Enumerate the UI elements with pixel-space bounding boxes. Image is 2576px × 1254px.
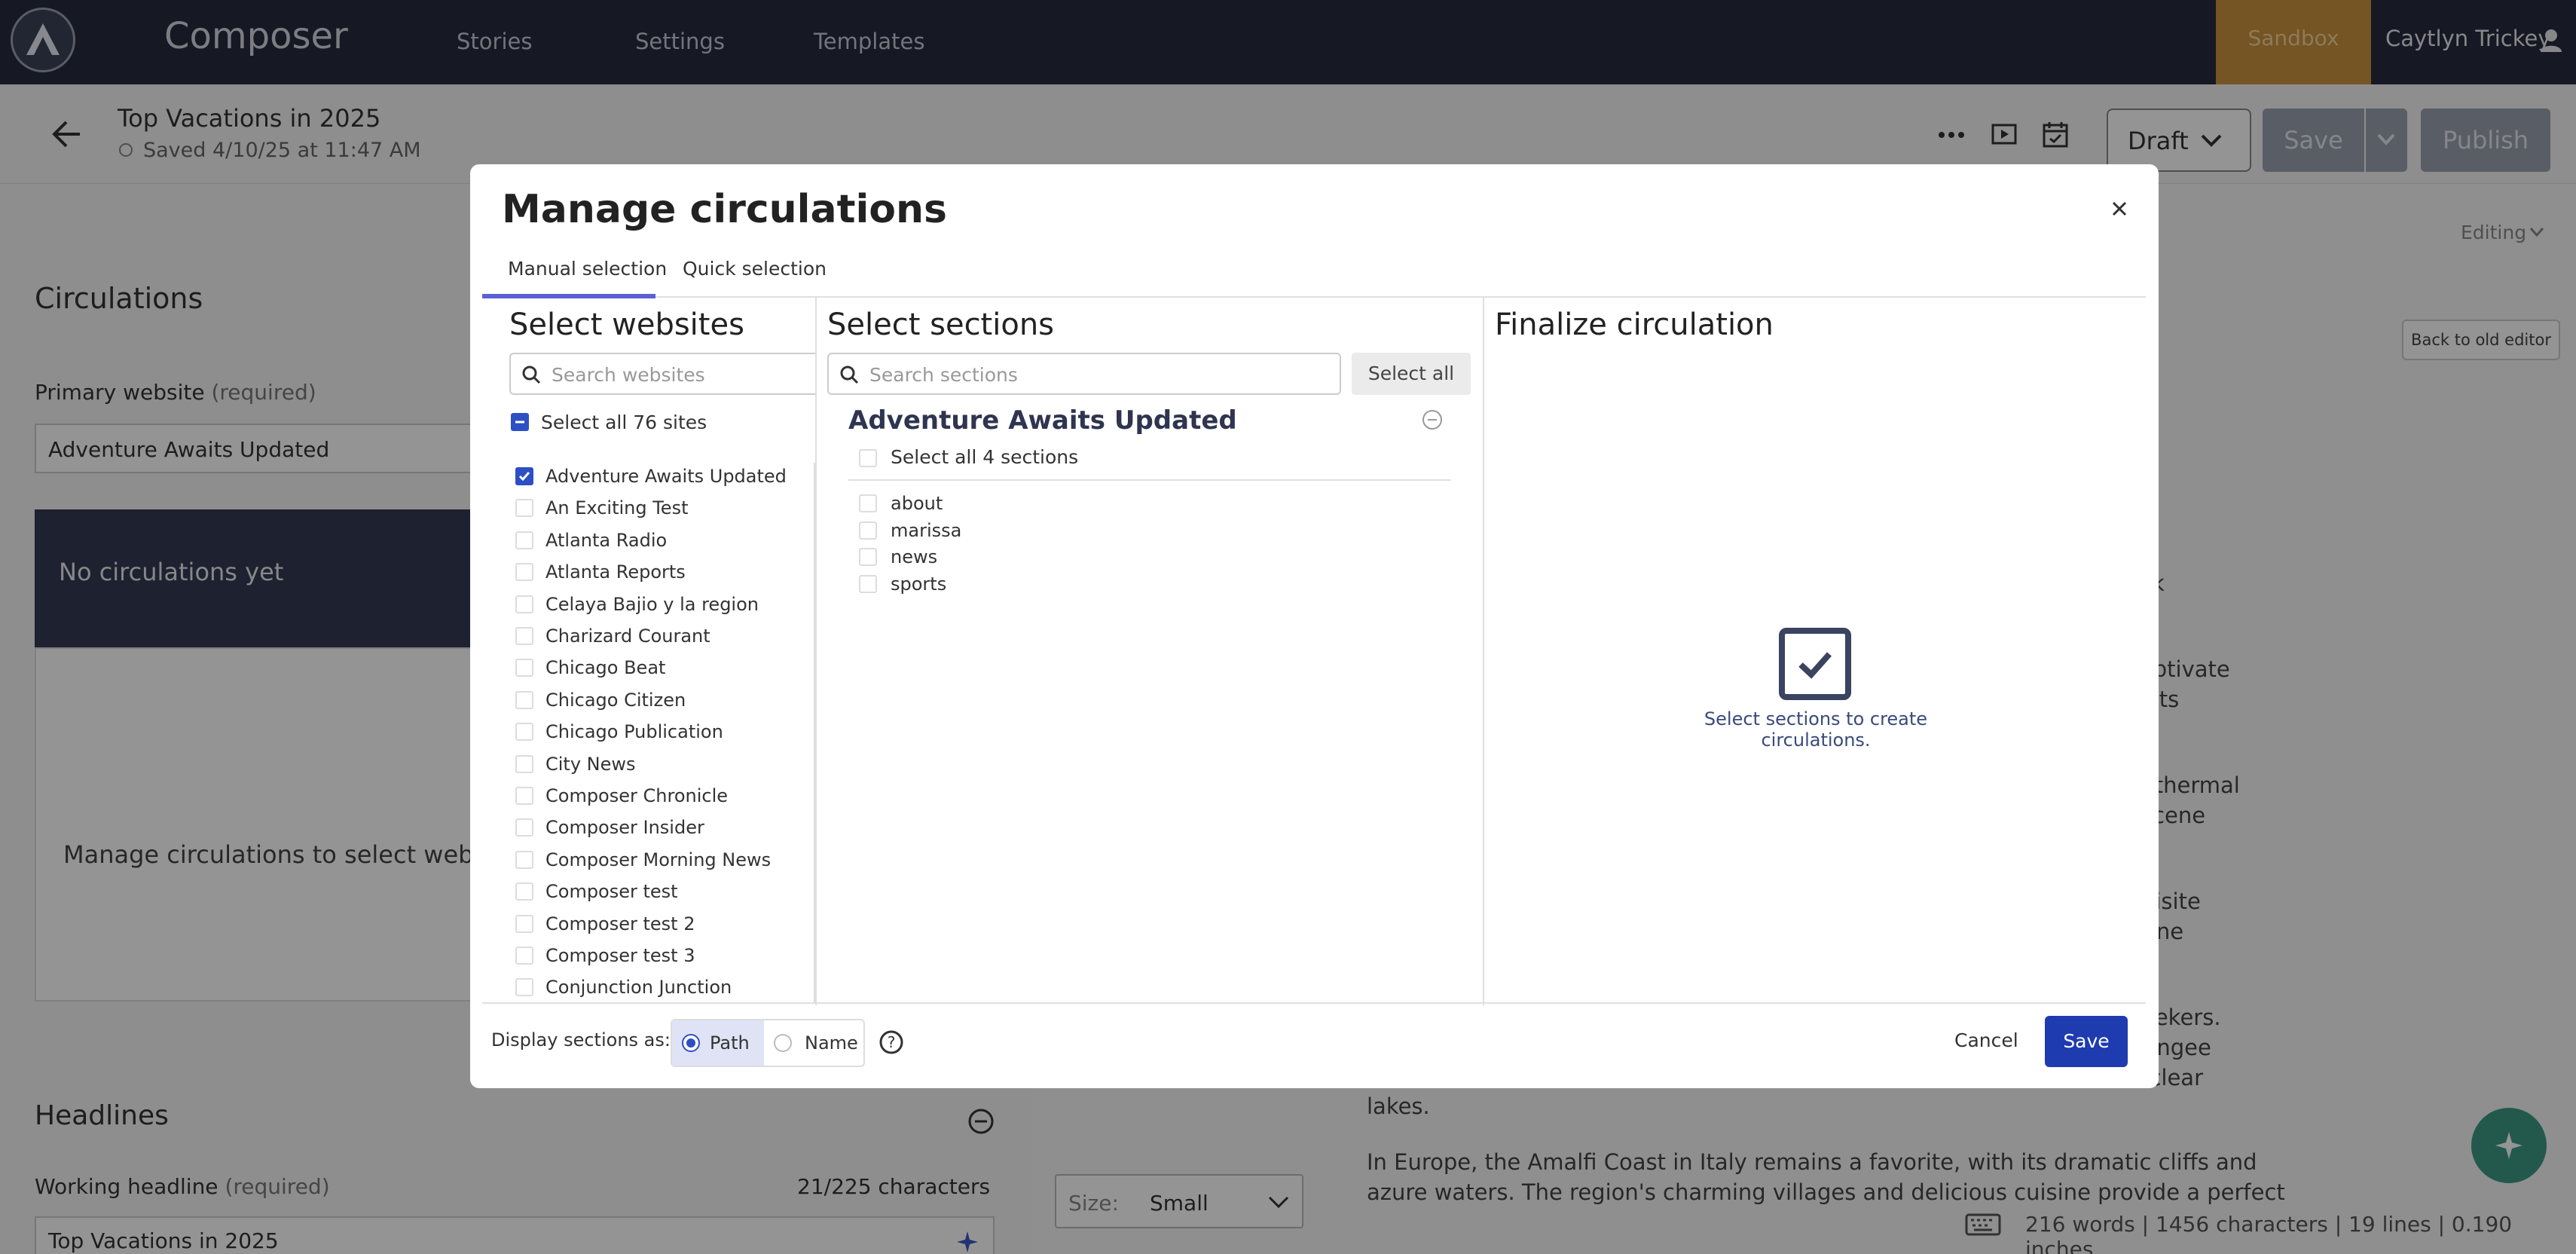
- website-checkbox[interactable]: [515, 850, 533, 869]
- path-option[interactable]: Path: [672, 1020, 764, 1066]
- website-checkbox[interactable]: [515, 882, 533, 901]
- search-websites-input[interactable]: Search websites: [509, 353, 815, 395]
- website-label[interactable]: Adventure Awaits Updated: [545, 466, 787, 487]
- cancel-button[interactable]: Cancel: [1954, 1029, 2018, 1051]
- search-icon: [840, 365, 859, 384]
- section-checkbox[interactable]: [859, 548, 877, 566]
- website-label[interactable]: Composer Insider: [545, 817, 704, 838]
- website-checkbox[interactable]: [515, 690, 533, 709]
- website-checkbox[interactable]: [515, 563, 533, 582]
- manage-circulations-modal: Manage circulations Manual selection Qui…: [470, 164, 2159, 1088]
- column-divider: [1483, 297, 1484, 1005]
- select-websites-title: Select websites: [509, 307, 744, 342]
- website-label[interactable]: Chicago Beat: [545, 657, 665, 678]
- website-checkbox[interactable]: [515, 627, 533, 645]
- website-label[interactable]: Charizard Courant: [545, 625, 710, 647]
- website-label[interactable]: Conjunction Junction: [545, 977, 732, 998]
- divider: [848, 479, 1451, 481]
- search-websites-placeholder: Search websites: [552, 364, 705, 386]
- name-label: Name: [805, 1032, 858, 1054]
- display-sections-label: Display sections as:: [491, 1029, 671, 1051]
- search-sections-placeholder: Search sections: [869, 364, 1018, 386]
- website-label[interactable]: Composer test 2: [545, 913, 695, 934]
- website-label[interactable]: Chicago Publication: [545, 721, 723, 742]
- search-icon: [522, 365, 541, 384]
- select-all-sites-label: Select all 76 sites: [541, 411, 707, 433]
- select-all-sections-label: Select all 4 sections: [891, 446, 1079, 468]
- website-label[interactable]: Composer Morning News: [545, 849, 771, 870]
- search-sections-input[interactable]: Search sections: [827, 353, 1341, 395]
- section-checkbox[interactable]: [859, 494, 877, 512]
- website-label[interactable]: An Exciting Test: [545, 497, 688, 518]
- website-label[interactable]: Atlanta Reports: [545, 561, 686, 583]
- section-group-title: Adventure Awaits Updated: [848, 405, 1237, 436]
- tab-quick-selection[interactable]: Quick selection: [683, 258, 827, 280]
- select-all-sites-checkbox[interactable]: [511, 413, 529, 431]
- website-label[interactable]: City News: [545, 754, 636, 775]
- checkbox-checked-icon: [1779, 628, 1851, 700]
- scrollbar[interactable]: [814, 463, 815, 1002]
- website-label[interactable]: Celaya Bajio y la region: [545, 594, 759, 615]
- section-checkbox[interactable]: [859, 521, 877, 540]
- tab-manual-selection[interactable]: Manual selection: [508, 258, 667, 280]
- section-checkbox[interactable]: [859, 574, 877, 593]
- website-label[interactable]: Chicago Citizen: [545, 690, 686, 711]
- close-icon[interactable]: [2110, 199, 2129, 219]
- website-label[interactable]: Composer test 3: [545, 945, 695, 966]
- select-all-sections-button[interactable]: Select all: [1352, 353, 1471, 395]
- websites-column: Select websites Search websites Select a…: [482, 297, 815, 1002]
- website-checkbox[interactable]: [515, 467, 533, 485]
- section-label[interactable]: about: [891, 493, 943, 514]
- website-label[interactable]: Atlanta Radio: [545, 530, 667, 551]
- website-checkbox[interactable]: [515, 914, 533, 933]
- select-sections-title: Select sections: [827, 307, 1055, 342]
- website-label[interactable]: Composer test: [545, 881, 678, 902]
- website-checkbox[interactable]: [515, 947, 533, 965]
- select-all-sections-checkbox[interactable]: [859, 449, 877, 467]
- finalize-empty-text: Select sections to create circulations.: [1704, 708, 1928, 751]
- help-icon[interactable]: ?: [879, 1029, 904, 1055]
- name-option[interactable]: Name: [767, 1020, 863, 1066]
- website-checkbox[interactable]: [515, 595, 533, 613]
- website-checkbox[interactable]: [515, 659, 533, 677]
- finalize-circulation-title: Finalize circulation: [1495, 307, 1774, 342]
- radio-selected-icon: [682, 1034, 700, 1052]
- save-button[interactable]: Save: [2045, 1016, 2128, 1067]
- checkmark-icon: [518, 472, 530, 482]
- collapse-minus-icon[interactable]: [1421, 408, 1444, 431]
- website-checkbox[interactable]: [515, 978, 533, 997]
- display-mode-toggle: Path Name: [671, 1019, 865, 1067]
- radio-unselected-icon: [774, 1034, 792, 1052]
- svg-text:?: ?: [888, 1033, 896, 1051]
- footer-divider: [482, 1002, 2146, 1004]
- modal-title: Manage circulations: [502, 187, 947, 232]
- path-label: Path: [710, 1032, 750, 1054]
- website-checkbox[interactable]: [515, 531, 533, 549]
- website-checkbox[interactable]: [515, 754, 533, 773]
- website-label[interactable]: Composer Chronicle: [545, 785, 728, 806]
- website-checkbox[interactable]: [515, 499, 533, 518]
- column-divider: [815, 297, 817, 1005]
- minus-icon: [515, 421, 524, 424]
- website-checkbox[interactable]: [515, 818, 533, 837]
- website-checkbox[interactable]: [515, 787, 533, 805]
- website-checkbox[interactable]: [515, 723, 533, 742]
- section-label[interactable]: news: [891, 546, 937, 567]
- section-label[interactable]: sports: [891, 573, 946, 595]
- section-label[interactable]: marissa: [891, 520, 961, 541]
